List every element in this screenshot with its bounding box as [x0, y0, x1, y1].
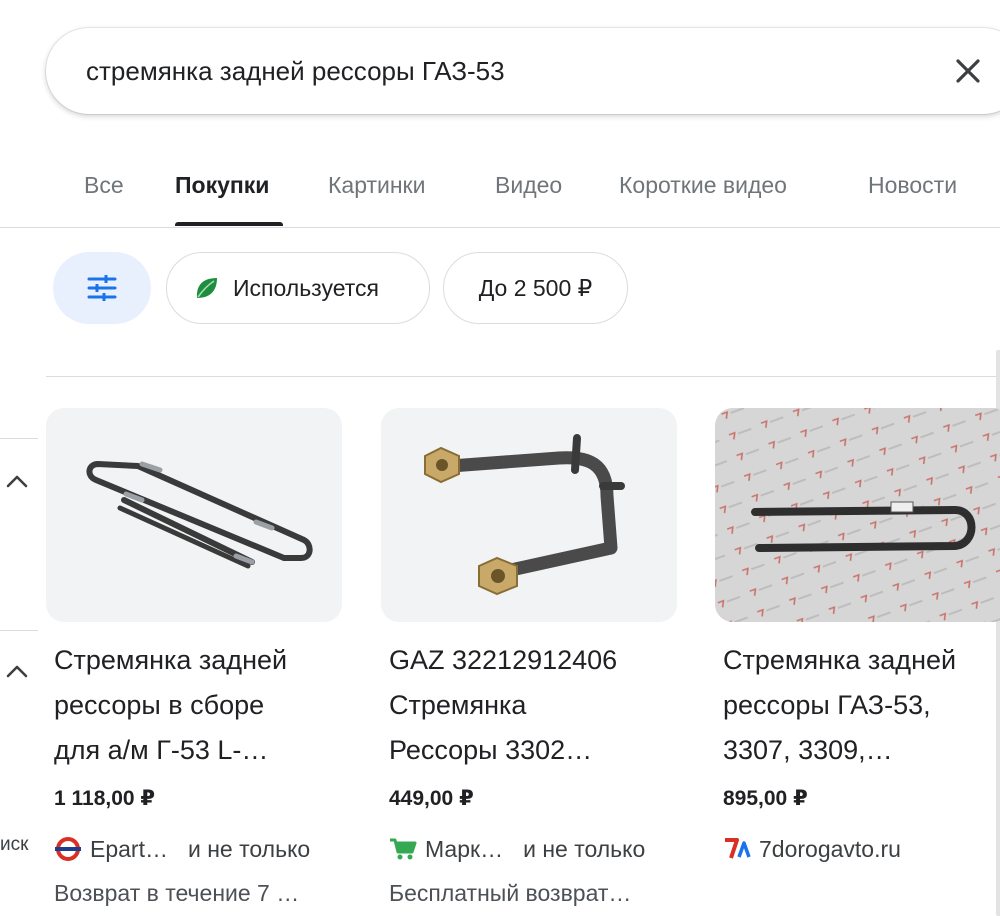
rail-divider [0, 630, 38, 631]
product-title-line: рессоры в сборе [54, 690, 265, 720]
active-tab-indicator [175, 222, 283, 226]
product-seller[interactable]: Epart… и не только [54, 834, 344, 864]
return-policy: Бесплатный возврат… [389, 880, 632, 906]
shopping-cart-icon [389, 837, 417, 861]
product-image[interactable] [715, 408, 1000, 622]
product-card[interactable]: Стремянка задней рессоры ГАЗ-53, 3307, 3… [715, 408, 1000, 916]
chip-price-filter[interactable]: До 2 500 ₽ [443, 252, 628, 324]
tab-images[interactable]: Картинки [328, 172, 425, 199]
tab-news[interactable]: Новости [868, 172, 957, 199]
product-card[interactable]: Стремянка задней рессоры в сборе для а/м… [46, 408, 344, 916]
return-policy: Возврат в течение 7 … [54, 880, 300, 906]
close-icon [956, 59, 980, 83]
product-title-line: Стремянка задней [723, 645, 957, 675]
product-seller[interactable]: 7dorogavto.ru [723, 834, 1000, 864]
product-price: 449,00 ₽ [389, 787, 474, 810]
epart-logo-icon [54, 837, 82, 861]
tab-videos[interactable]: Видео [495, 172, 562, 199]
chip-price-label: До 2 500 ₽ [478, 274, 593, 301]
product-title-line: Рессоры 3302… [389, 735, 593, 765]
tab-short-videos[interactable]: Короткие видео [619, 172, 787, 199]
seller-name: Марк… [425, 835, 504, 862]
leaf-icon [193, 275, 219, 301]
tab-all[interactable]: Все [84, 172, 124, 199]
product-title-line: рессоры ГАЗ-53, [723, 690, 931, 720]
search-bar[interactable]: стремянка задней рессоры ГАЗ-53 [46, 28, 1000, 114]
tune-icon [87, 275, 117, 301]
product-title-line: Стремянка задней [54, 645, 288, 675]
product-title-line: 3307, 3309,… [723, 735, 893, 765]
product-title[interactable]: Стремянка задней рессоры ГАЗ-53, 3307, 3… [723, 638, 1000, 773]
product-title[interactable]: Стремянка задней рессоры в сборе для а/м… [54, 638, 340, 773]
chip-used-condition[interactable]: Используется [166, 252, 430, 324]
product-title-line: для а/м Г-53 L-… [54, 735, 269, 765]
seller-more: и не только [523, 835, 646, 862]
chevron-up-icon [6, 665, 28, 678]
collapse-button-2[interactable] [2, 656, 32, 686]
clear-search-button[interactable] [950, 53, 986, 89]
product-title-line: GAZ 32212912406 [389, 645, 618, 675]
collapse-button-1[interactable] [2, 466, 32, 496]
product-image[interactable] [381, 408, 677, 622]
seller-name: 7dorogavto.ru [759, 835, 901, 862]
product-seller[interactable]: Марк… и не только [389, 834, 679, 864]
search-input[interactable]: стремянка задней рессоры ГАЗ-53 [86, 28, 505, 114]
seller-more: и не только [187, 835, 311, 862]
tab-shopping[interactable]: Покупки [175, 172, 269, 199]
product-price: 895,00 ₽ [723, 787, 808, 810]
product-title[interactable]: GAZ 32212912406 Стремянка Рессоры 3302… [389, 638, 675, 773]
rail-partial-label: иск [0, 834, 29, 855]
section-divider [46, 376, 1000, 377]
seller-name: Epart… [90, 835, 168, 862]
filters-button[interactable] [53, 252, 151, 324]
chevron-up-icon [6, 475, 28, 488]
product-price: 1 118,00 ₽ [54, 787, 156, 810]
product-card[interactable]: GAZ 32212912406 Стремянка Рессоры 3302… … [381, 408, 679, 916]
chip-used-label: Используется [233, 274, 379, 301]
product-image[interactable] [46, 408, 342, 622]
search-tabs: Все Покупки Картинки Видео Короткие виде… [0, 150, 1000, 228]
rail-divider [0, 438, 38, 439]
seven-dorog-logo-icon [723, 837, 751, 861]
product-title-line: Стремянка [389, 690, 527, 720]
